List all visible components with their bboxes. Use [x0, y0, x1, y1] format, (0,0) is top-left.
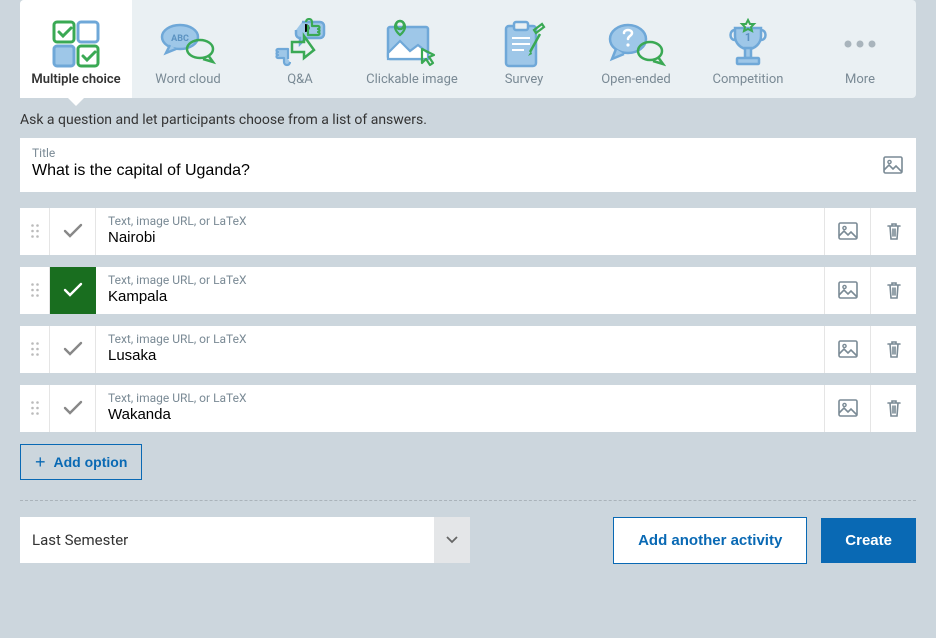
survey-icon [476, 16, 572, 72]
option-text-input[interactable] [108, 287, 812, 306]
more-icon [812, 16, 908, 72]
tab-open-ended[interactable]: Open-ended [580, 0, 692, 98]
multiple-choice-icon [28, 16, 124, 72]
add-image-button[interactable] [870, 138, 916, 192]
tab-more[interactable]: More [804, 0, 916, 98]
tab-label: Clickable image [364, 72, 460, 88]
competition-icon: 1 [700, 16, 796, 72]
drag-handle[interactable] [20, 385, 50, 432]
tab-clickable-image[interactable]: Clickable image [356, 0, 468, 98]
option-delete-button[interactable] [870, 208, 916, 255]
add-option-label: Add option [54, 454, 128, 470]
tab-label: Word cloud [140, 72, 236, 88]
clickable-image-icon [364, 16, 460, 72]
option-placeholder: Text, image URL, or LaTeX [108, 391, 812, 405]
open-ended-icon [588, 16, 684, 72]
option-image-button[interactable] [824, 326, 870, 373]
qa-icon [252, 16, 348, 72]
tab-qa[interactable]: Q&A [244, 0, 356, 98]
mark-correct-toggle[interactable] [50, 208, 96, 255]
option-image-button[interactable] [824, 267, 870, 314]
activity-editor: Multiple choice ABC Word cloud [0, 0, 936, 584]
option-text-input[interactable] [108, 346, 812, 365]
option-row: Text, image URL, or LaTeX [20, 267, 916, 314]
drag-handle[interactable] [20, 326, 50, 373]
option-placeholder: Text, image URL, or LaTeX [108, 273, 812, 287]
tab-label: Survey [476, 72, 572, 88]
folder-selected: Last Semester [20, 517, 434, 563]
word-cloud-icon: ABC [140, 16, 236, 72]
option-placeholder: Text, image URL, or LaTeX [108, 332, 812, 346]
option-text-input[interactable] [108, 228, 812, 247]
divider [20, 500, 916, 501]
tab-word-cloud[interactable]: ABC Word cloud [132, 0, 244, 98]
drag-handle[interactable] [20, 267, 50, 314]
activity-description: Ask a question and let participants choo… [20, 112, 916, 128]
option-row: Text, image URL, or LaTeX [20, 385, 916, 432]
option-image-button[interactable] [824, 385, 870, 432]
option-delete-button[interactable] [870, 326, 916, 373]
activity-type-tabs: Multiple choice ABC Word cloud [20, 0, 916, 98]
title-label: Title [32, 146, 858, 160]
tab-label: Q&A [252, 72, 348, 88]
tab-survey[interactable]: Survey [468, 0, 580, 98]
tab-competition[interactable]: 1 Competition [692, 0, 804, 98]
svg-text:ABC: ABC [171, 34, 189, 44]
image-icon [883, 156, 903, 174]
tab-label: Competition [700, 72, 796, 88]
svg-text:1: 1 [745, 31, 751, 44]
options-list: Text, image URL, or LaTeX Text, image URL… [20, 208, 916, 432]
mark-correct-toggle[interactable] [50, 385, 96, 432]
option-row: Text, image URL, or LaTeX [20, 326, 916, 373]
chevron-down-icon [434, 517, 470, 563]
option-image-button[interactable] [824, 208, 870, 255]
add-option-button[interactable]: + Add option [20, 444, 142, 480]
tab-label: Multiple choice [28, 72, 124, 88]
option-placeholder: Text, image URL, or LaTeX [108, 214, 812, 228]
drag-handle[interactable] [20, 208, 50, 255]
option-row: Text, image URL, or LaTeX [20, 208, 916, 255]
tab-label: More [812, 72, 908, 88]
plus-icon: + [35, 453, 46, 471]
footer: Last Semester Add another activity Creat… [20, 517, 916, 564]
folder-select[interactable]: Last Semester [20, 517, 470, 563]
create-button[interactable]: Create [821, 518, 916, 563]
tab-multiple-choice[interactable]: Multiple choice [20, 0, 132, 98]
title-field: Title [20, 138, 916, 192]
option-text-input[interactable] [108, 405, 812, 424]
title-input[interactable] [32, 160, 858, 182]
add-another-activity-button[interactable]: Add another activity [613, 517, 807, 564]
option-delete-button[interactable] [870, 385, 916, 432]
tab-label: Open-ended [588, 72, 684, 88]
mark-correct-toggle[interactable] [50, 326, 96, 373]
mark-correct-toggle[interactable] [50, 267, 96, 314]
option-delete-button[interactable] [870, 267, 916, 314]
